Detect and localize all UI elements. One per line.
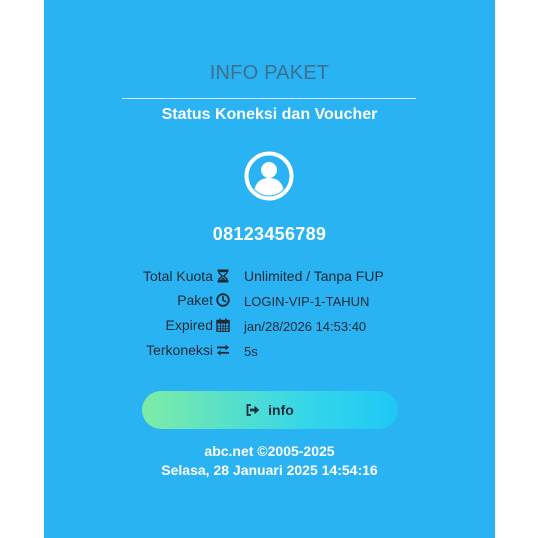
expired-label: Expired — [165, 317, 213, 333]
paket-value: LOGIN-VIP-1-TAHUN — [244, 294, 370, 309]
info-button[interactable]: info — [142, 391, 398, 429]
footer-copyright: abc.net ©2005-2025 — [204, 443, 335, 459]
exchange-icon — [217, 344, 229, 356]
page-title: INFO PAKET — [209, 62, 330, 84]
hourglass-icon — [217, 269, 229, 283]
info-button-label: info — [268, 402, 294, 418]
info-panel: INFO PAKET Status Koneksi dan Voucher 08… — [44, 0, 495, 538]
info-row-paket: Paket LOGIN-VIP-1-TAHUN — [44, 290, 495, 310]
info-row-total-kuota: Total Kuota Unlimited / Tanpa FUP — [44, 266, 495, 286]
info-row-expired: Expired jan/28/2026 14:53:40 — [44, 315, 495, 335]
total-kuota-value: Unlimited / Tanpa FUP — [244, 268, 384, 284]
calendar-icon — [216, 318, 230, 332]
paket-label: Paket — [177, 292, 213, 308]
terkoneksi-label: Terkoneksi — [146, 342, 213, 358]
user-circle-icon — [244, 151, 294, 201]
expired-value: jan/28/2026 14:53:40 — [244, 319, 367, 334]
sign-out-icon — [246, 404, 260, 416]
username: 08123456789 — [212, 224, 327, 244]
terkoneksi-value: 5s — [244, 344, 258, 359]
title-divider — [122, 98, 416, 99]
clock-icon — [216, 293, 230, 307]
info-row-terkoneksi: Terkoneksi 5s — [44, 340, 495, 360]
footer-datetime: Selasa, 28 Januari 2025 14:54:16 — [161, 462, 378, 478]
total-kuota-label: Total Kuota — [142, 268, 213, 284]
page-subtitle: Status Koneksi dan Voucher — [161, 106, 378, 123]
